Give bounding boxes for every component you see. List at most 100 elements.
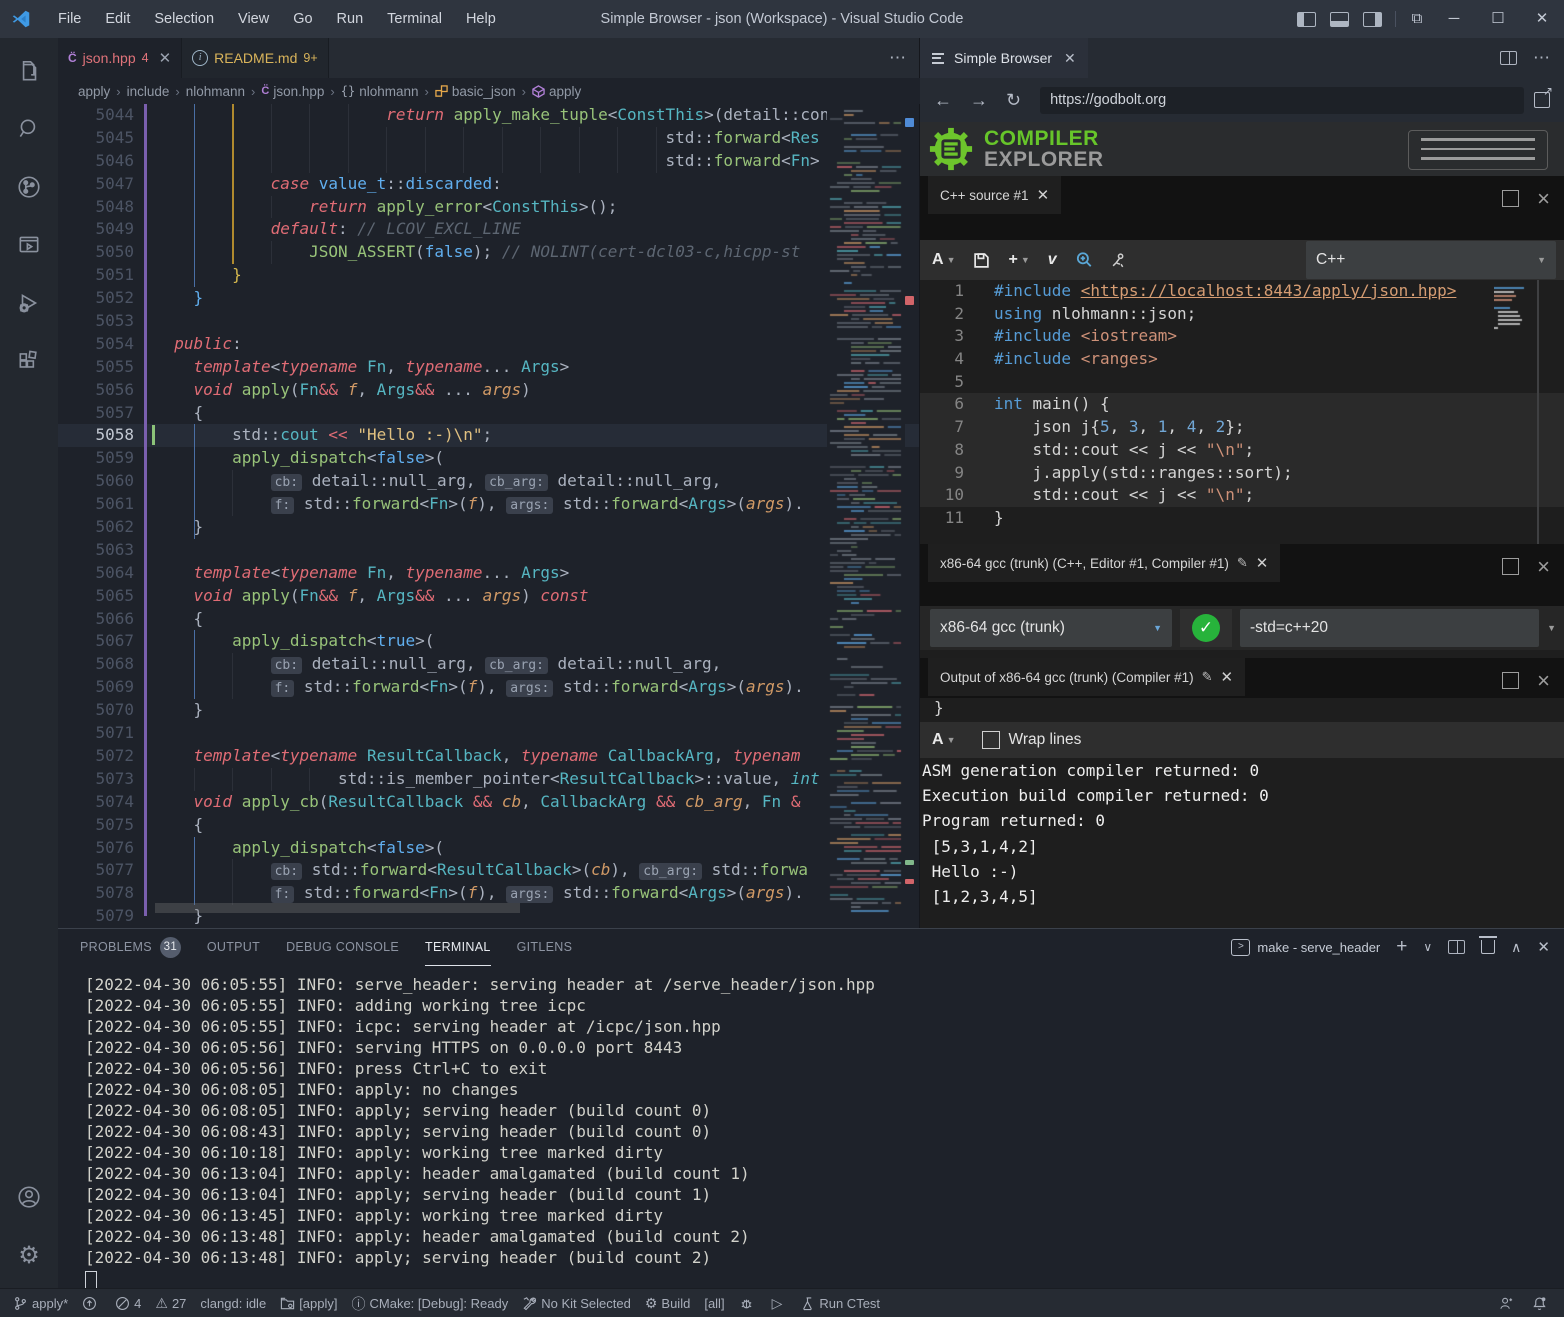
- split-terminal-icon[interactable]: [1448, 940, 1465, 954]
- new-terminal-icon[interactable]: +: [1396, 936, 1407, 958]
- ce-code-line-2[interactable]: 2using nlohmann::json;: [920, 303, 1564, 326]
- code-line-5069[interactable]: 5069 f: std::forward<Fn>(f), args: std::…: [58, 676, 919, 699]
- panel-tab-debug-console[interactable]: DEBUG CONSOLE: [286, 929, 399, 965]
- ce-editor-scrollbar[interactable]: [1537, 280, 1539, 544]
- breadcrumb-item-apply[interactable]: apply: [78, 84, 110, 99]
- panel-tab-gitlens[interactable]: GITLENS: [517, 929, 573, 965]
- kill-terminal-icon[interactable]: [1481, 940, 1495, 954]
- close-pane-icon[interactable]: ×: [1537, 559, 1550, 574]
- run-panel-icon[interactable]: [0, 220, 58, 270]
- vim-mode-icon[interactable]: v: [1048, 251, 1057, 269]
- ce-code-line-8[interactable]: 8 std::cout << j << "\n";: [920, 439, 1564, 462]
- code-line-5062[interactable]: 5062 }: [58, 516, 919, 539]
- status-item-4[interactable]: 4: [108, 1289, 148, 1317]
- status-item-27[interactable]: ⚠27: [148, 1289, 193, 1317]
- code-line-5046[interactable]: 5046 std::forward<Fn>: [58, 150, 919, 173]
- terminal-label[interactable]: make - serve_header: [1257, 940, 1380, 955]
- close-icon[interactable]: ✕: [1037, 186, 1050, 204]
- breadcrumb-item-basic_json[interactable]: basic_json: [435, 84, 516, 99]
- code-line-5063[interactable]: 5063: [58, 539, 919, 562]
- maximize-pane-icon[interactable]: [1502, 558, 1519, 575]
- code-line-5075[interactable]: 5075 {: [58, 814, 919, 837]
- ce-code-line-1[interactable]: 1#include <https://localhost:8443/apply/…: [920, 280, 1564, 303]
- breadcrumb-item-include[interactable]: include: [127, 84, 170, 99]
- close-button[interactable]: ✕: [1520, 0, 1564, 38]
- ce-code-line-5[interactable]: 5: [920, 371, 1564, 394]
- status-item-clangd-idle[interactable]: clangd: idle: [193, 1289, 273, 1317]
- menu-selection[interactable]: Selection: [142, 0, 226, 38]
- add-pane-icon[interactable]: +▼: [1008, 251, 1029, 269]
- close-pane-icon[interactable]: ×: [1537, 191, 1550, 206]
- menu-run[interactable]: Run: [325, 0, 376, 38]
- code-line-5064[interactable]: 5064 template<typename Fn, typename... A…: [58, 562, 919, 585]
- panel-tab-problems[interactable]: PROBLEMS31: [80, 929, 181, 965]
- panel-tab-output[interactable]: OUTPUT: [207, 929, 260, 965]
- browser-more-actions-icon[interactable]: ⋯: [1533, 48, 1550, 68]
- reload-icon[interactable]: ↻: [1006, 90, 1021, 111]
- code-line-5065[interactable]: 5065 void apply(Fn&& f, Args&& ... args)…: [58, 585, 919, 608]
- panel-tab-terminal[interactable]: TERMINAL: [425, 929, 491, 966]
- code-line-5060[interactable]: 5060 cb: detail::null_arg, cb_arg: detai…: [58, 470, 919, 493]
- url-input[interactable]: https://godbolt.org: [1040, 87, 1524, 114]
- minimap[interactable]: [827, 104, 905, 916]
- status-item[interactable]: [1525, 1289, 1558, 1317]
- ce-output-tab[interactable]: Output of x86-64 gcc (trunk) (Compiler #…: [928, 658, 1245, 696]
- explorer-icon[interactable]: [0, 46, 58, 96]
- maximize-pane-icon[interactable]: [1502, 672, 1519, 689]
- account-icon[interactable]: [0, 1172, 58, 1222]
- close-icon[interactable]: ✕: [1221, 668, 1234, 686]
- code-line-5054[interactable]: 5054 public:: [58, 333, 919, 356]
- code-line-5044[interactable]: 5044 return apply_make_tuple<ConstThis>(…: [58, 104, 919, 127]
- minimize-button[interactable]: ─: [1432, 0, 1476, 38]
- editor-tab-README.md[interactable]: iREADME.md9+: [182, 38, 329, 78]
- code-line-5068[interactable]: 5068 cb: detail::null_arg, cb_arg: detai…: [58, 653, 919, 676]
- ce-menu-button[interactable]: [1408, 130, 1548, 170]
- maximize-pane-icon[interactable]: [1502, 190, 1519, 207]
- close-icon[interactable]: ✕: [1064, 50, 1076, 67]
- ce-code-line-4[interactable]: 4#include <ranges>: [920, 348, 1564, 371]
- status-item[interactable]: [75, 1289, 108, 1317]
- breadcrumb-item-nlohmann[interactable]: nlohmann: [186, 84, 245, 99]
- code-line-5077[interactable]: 5077 cb: std::forward<ResultCallback>(cb…: [58, 859, 919, 882]
- code-line-5076[interactable]: 5076 apply_dispatch<false>(: [58, 837, 919, 860]
- terminal-output[interactable]: [2022-04-30 06:05:55] INFO: serve_header…: [85, 974, 875, 1294]
- compiler-select[interactable]: x86-64 gcc (trunk) ▼: [930, 609, 1172, 647]
- code-line-5061[interactable]: 5061 f: std::forward<Fn>(f), args: std::…: [58, 493, 919, 516]
- ce-source-tab[interactable]: C++ source #1✕: [928, 176, 1061, 214]
- breadcrumb-item-apply[interactable]: apply: [532, 84, 581, 99]
- status-item[interactable]: [1492, 1289, 1525, 1317]
- code-line-5049[interactable]: 5049 default: // LCOV_EXCL_LINE: [58, 218, 919, 241]
- forward-icon[interactable]: →: [970, 90, 988, 111]
- code-line-5051[interactable]: 5051 }: [58, 264, 919, 287]
- back-icon[interactable]: ←: [934, 90, 952, 111]
- source-control-icon[interactable]: [0, 162, 58, 212]
- menu-go[interactable]: Go: [281, 0, 324, 38]
- code-line-5066[interactable]: 5066 {: [58, 608, 919, 631]
- code-line-5052[interactable]: 5052 }: [58, 287, 919, 310]
- open-external-icon[interactable]: [1534, 92, 1550, 108]
- breadcrumb-item-json.hpp[interactable]: C̈json.hpp: [261, 84, 324, 99]
- ce-code-line-10[interactable]: 10 std::cout << j << "\n";: [920, 484, 1564, 507]
- status-item--all-[interactable]: [all]: [697, 1289, 731, 1317]
- toggle-panel-icon[interactable]: [1330, 12, 1349, 27]
- code-line-5050[interactable]: 5050 JSON_ASSERT(false); // NOLINT(cert-…: [58, 241, 919, 264]
- menu-terminal[interactable]: Terminal: [375, 0, 454, 38]
- status-item-run-ctest[interactable]: Run CTest: [793, 1289, 887, 1317]
- status-item-cmake-debug-ready[interactable]: ⓘCMake: [Debug]: Ready: [345, 1289, 516, 1317]
- code-line-5048[interactable]: 5048 return apply_error<ConstThis>();: [58, 196, 919, 219]
- ce-code-line-6[interactable]: 6int main() {: [920, 393, 1564, 416]
- code-line-5047[interactable]: 5047 case value_t::discarded:: [58, 173, 919, 196]
- language-select[interactable]: C++ ▼: [1306, 241, 1556, 279]
- code-line-5073[interactable]: 5073 std::is_member_pointer<ResultCallba…: [58, 768, 919, 791]
- toggle-secondary-sidebar-icon[interactable]: [1363, 12, 1382, 27]
- extensions-icon[interactable]: [0, 336, 58, 386]
- code-line-5074[interactable]: 5074 void apply_cb(ResultCallback && cb,…: [58, 791, 919, 814]
- status-item--apply-[interactable]: [apply]: [273, 1289, 344, 1317]
- status-item-apply-[interactable]: apply*: [6, 1289, 75, 1317]
- code-line-5045[interactable]: 5045 std::forward<Res: [58, 127, 919, 150]
- editor-tab-json.hpp[interactable]: C̈json.hpp4✕: [58, 38, 182, 79]
- font-size-icon[interactable]: A▼: [932, 251, 955, 269]
- code-editor[interactable]: 5044 return apply_make_tuple<ConstThis>(…: [58, 104, 919, 928]
- maximize-panel-icon[interactable]: ∧: [1511, 939, 1521, 956]
- settings-gear-icon[interactable]: ⚙: [0, 1230, 58, 1280]
